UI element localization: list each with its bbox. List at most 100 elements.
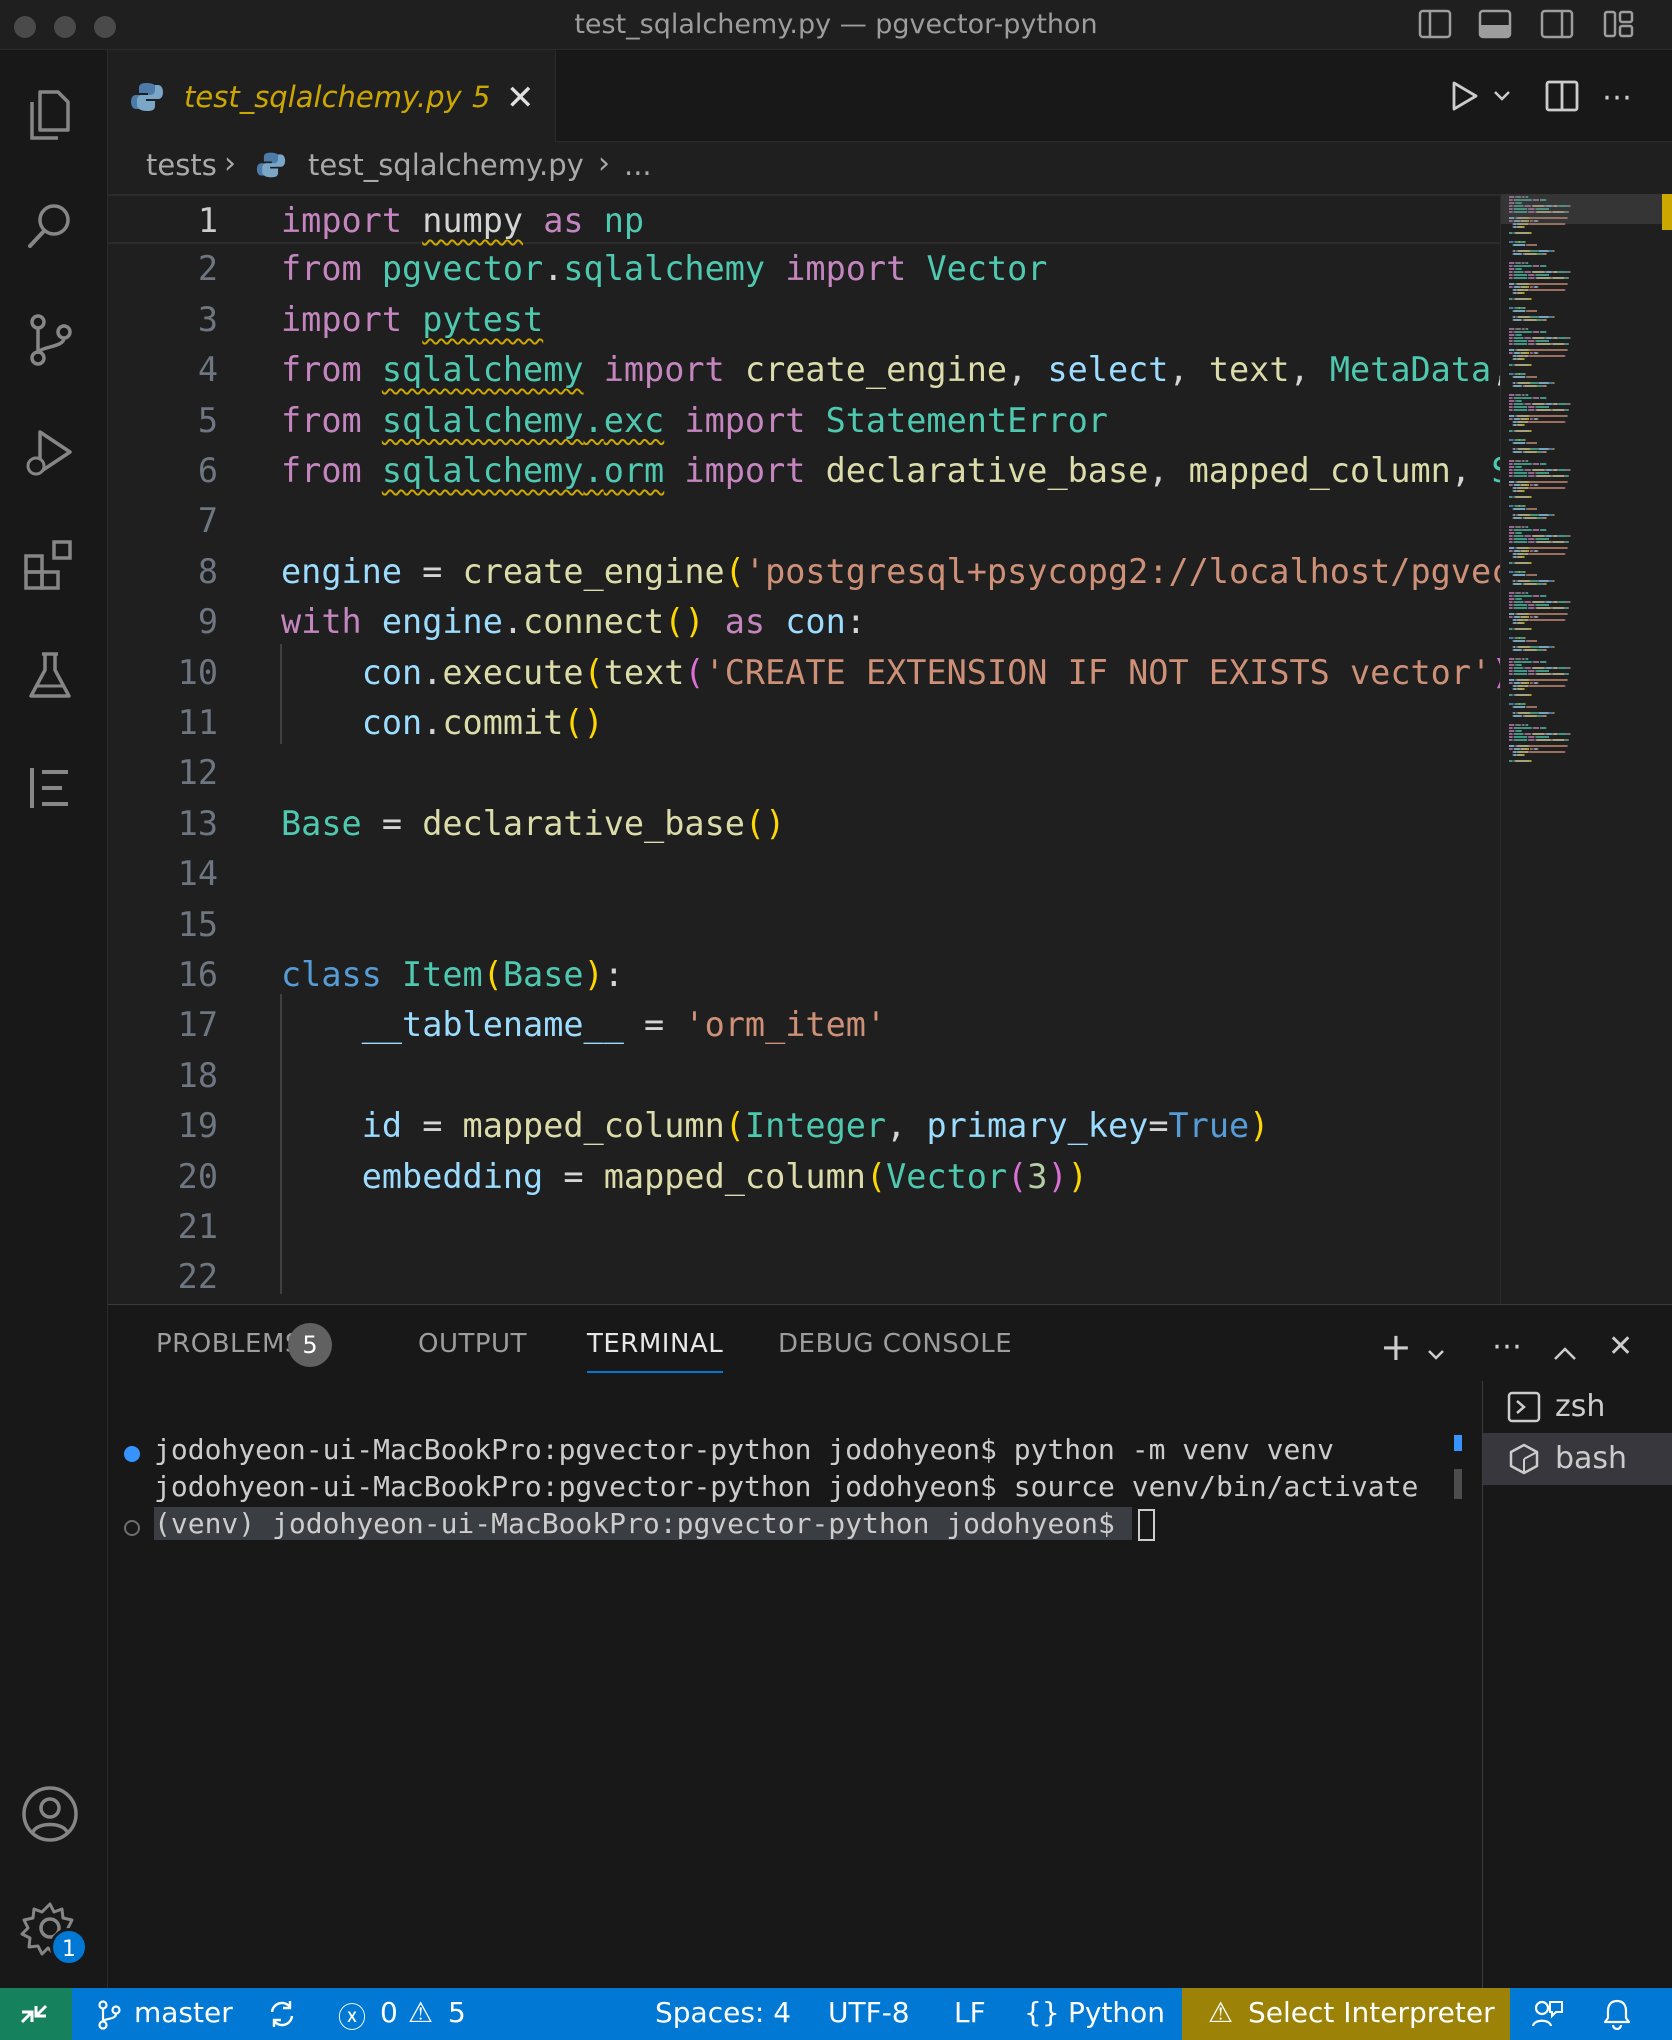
code-line[interactable]: 17 __tablename__ = 'orm_item' <box>108 1000 1500 1050</box>
code-line[interactable]: 5 from sqlalchemy.exc import StatementErr… <box>108 396 1500 446</box>
minimap[interactable] <box>1500 194 1672 1304</box>
code-token: Item <box>402 955 483 994</box>
accounts-icon[interactable] <box>18 1782 82 1846</box>
maximize-panel-chevron-up-icon[interactable] <box>1552 1335 1578 1370</box>
branch-name[interactable]: master <box>134 1996 233 2029</box>
notifications-bell-icon[interactable] <box>1602 1998 1632 2037</box>
terminal-item-zsh[interactable]: zsh <box>1483 1381 1672 1433</box>
breadcrumb-more[interactable]: ... <box>624 148 652 182</box>
tab-problems[interactable]: PROBLEMS <box>156 1329 302 1359</box>
toggle-panel-icon[interactable] <box>1478 8 1512 40</box>
minimap-token <box>1524 421 1529 423</box>
breadcrumb-folder[interactable]: tests <box>146 148 217 182</box>
encoding-setting[interactable]: UTF-8 <box>828 1996 910 2029</box>
tab-debug-console[interactable]: DEBUG CONSOLE <box>778 1329 1012 1359</box>
warning-count[interactable]: 5 <box>448 1996 466 2029</box>
error-icon[interactable]: ⓧ <box>338 1996 366 2036</box>
minimap-token <box>1529 628 1532 630</box>
minimap-token <box>1514 703 1516 705</box>
tab-output[interactable]: OUTPUT <box>418 1329 527 1359</box>
code-line[interactable]: 18 <box>108 1051 1500 1101</box>
code-line[interactable]: 15 <box>108 900 1500 950</box>
explorer-icon[interactable] <box>18 82 82 146</box>
select-interpreter-button[interactable]: ⚠ Select Interpreter <box>1182 1988 1510 2040</box>
toggle-primary-sidebar-icon[interactable] <box>1418 8 1452 40</box>
run-python-file-icon[interactable] <box>1446 78 1482 118</box>
tab-test-sqlalchemy[interactable]: test_sqlalchemy.py 5 ✕ <box>108 50 556 142</box>
code-line[interactable]: 3 import pytest <box>108 295 1500 345</box>
code-token: engine <box>281 551 403 591</box>
run-dropdown-chevron-icon[interactable] <box>1492 88 1512 107</box>
minimap-token <box>1540 463 1547 465</box>
code-editor[interactable]: 1 import numpy as np 2 from pgvector.sqlalc… <box>108 194 1500 1304</box>
minimap-token <box>1535 406 1537 408</box>
breadcrumb-file[interactable]: test_sqlalchemy.py <box>308 148 584 182</box>
timeline-outline-icon[interactable] <box>18 756 82 820</box>
eol-setting[interactable]: LF <box>954 1996 986 2029</box>
code-line[interactable]: 20 embedding = mapped_column(Vector(3)) <box>108 1152 1500 1202</box>
run-and-debug-icon[interactable] <box>18 420 82 484</box>
minimap-viewport[interactable] <box>1501 194 1672 224</box>
sync-icon[interactable] <box>266 1998 298 2037</box>
code-line[interactable]: 6 from sqlalchemy.orm import declarative_… <box>108 446 1500 496</box>
search-icon[interactable] <box>18 194 82 258</box>
code-line[interactable]: 9 with engine.connect() as con: <box>108 597 1500 647</box>
close-panel-icon[interactable]: ✕ <box>1608 1329 1633 1364</box>
testing-icon[interactable] <box>18 644 82 708</box>
code-line[interactable]: 12 <box>108 748 1500 798</box>
command-success-decoration-icon[interactable] <box>124 1446 140 1462</box>
code-line[interactable]: 1 import numpy as np <box>108 194 1500 244</box>
minimap-token <box>1537 319 1543 321</box>
extensions-icon[interactable] <box>18 532 82 596</box>
code-line[interactable]: 8 engine = create_engine('postgresql+psyc… <box>108 547 1500 597</box>
more-actions-icon[interactable]: ⋯ <box>1602 80 1632 115</box>
minimap-token <box>1529 343 1535 345</box>
terminal-item-bash[interactable]: bash <box>1483 1433 1672 1485</box>
minimap-token <box>1525 460 1527 462</box>
code-line[interactable]: 19 id = mapped_column(Integer, primary_k… <box>108 1101 1500 1151</box>
minimap-token <box>1553 316 1555 318</box>
code-line[interactable]: 10 con.execute(text('CREATE EXTENSION IF… <box>108 648 1500 698</box>
new-terminal-plus-icon[interactable]: + <box>1380 1325 1412 1369</box>
error-count[interactable]: 0 <box>380 1996 398 2029</box>
code-line[interactable]: 7 <box>108 496 1500 546</box>
code-line[interactable]: 2 from pgvector.sqlalchemy import Vector <box>108 244 1500 294</box>
minimap-token <box>1528 349 1530 351</box>
minimap-token <box>1549 448 1554 450</box>
language-braces-icon[interactable]: {} <box>1024 1996 1060 2029</box>
branch-icon[interactable] <box>96 2000 122 2037</box>
terminal-profiles-chevron-icon[interactable] <box>1426 1335 1446 1370</box>
minimap-token <box>1514 274 1524 276</box>
language-mode[interactable]: Python <box>1068 1996 1165 2029</box>
minimap-token <box>1513 298 1516 300</box>
warning-icon[interactable]: ⚠ <box>408 1996 433 2029</box>
terminal-scrollbar[interactable] <box>1454 1469 1462 1499</box>
code-line[interactable]: 16 class Item(Base): <box>108 950 1500 1000</box>
customize-layout-icon[interactable] <box>1602 8 1636 40</box>
minimap-token <box>1544 667 1547 669</box>
minimap-token <box>1514 241 1516 243</box>
feedback-icon[interactable] <box>1530 1998 1564 2037</box>
toggle-secondary-sidebar-icon[interactable] <box>1540 8 1574 40</box>
code-line[interactable]: 22 <box>108 1252 1500 1302</box>
code-line[interactable]: 4 from sqlalchemy import create_engine, s… <box>108 345 1500 395</box>
source-control-icon[interactable] <box>18 308 82 372</box>
terminal[interactable]: jodohyeon-ui-MacBookPro:pgvector-python … <box>108 1419 1482 1989</box>
minimap-token <box>1553 382 1555 384</box>
minimap-token <box>1517 751 1524 753</box>
code-line[interactable]: 21 <box>108 1202 1500 1252</box>
minimap-token <box>1520 550 1528 552</box>
code-line[interactable]: 11 con.commit() <box>108 698 1500 748</box>
remote-indicator-icon[interactable] <box>0 1988 72 2040</box>
tab-terminal[interactable]: TERMINAL <box>587 1329 724 1373</box>
minimap-token <box>1564 409 1567 411</box>
code-line[interactable]: 14 <box>108 849 1500 899</box>
split-editor-icon[interactable] <box>1544 78 1580 118</box>
minimap-token <box>1514 331 1522 333</box>
command-pending-decoration-icon[interactable] <box>124 1520 140 1536</box>
panel-more-actions-icon[interactable]: ⋯ <box>1492 1329 1522 1364</box>
minimap-token <box>1553 469 1557 471</box>
code-line[interactable]: 13 Base = declarative_base() <box>108 799 1500 849</box>
close-tab-icon[interactable]: ✕ <box>506 78 535 118</box>
indentation-setting[interactable]: Spaces: 4 <box>655 1996 791 2029</box>
